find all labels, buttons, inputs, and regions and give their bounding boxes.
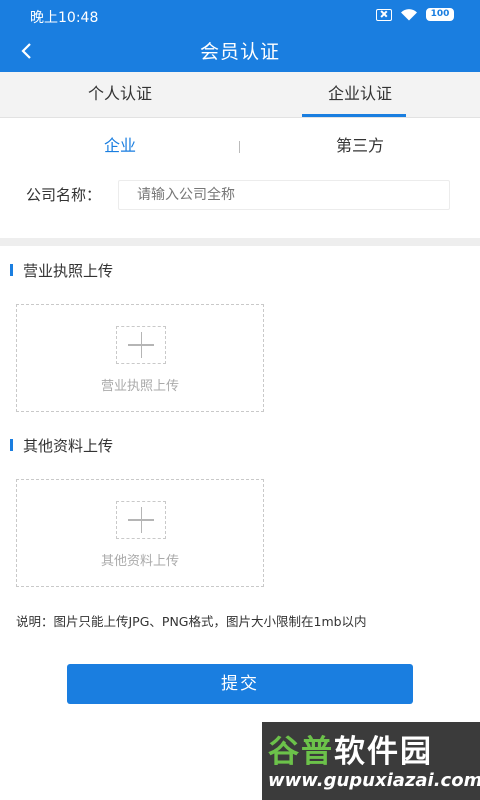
watermark-url: www.gupuxiazai.com xyxy=(268,770,480,791)
plus-icon xyxy=(116,501,166,539)
other-upload-label: 其他资料上传 xyxy=(100,554,179,569)
status-time: 晚上10:48 xyxy=(30,10,99,26)
upload-note: 说明：图片只能上传JPG、PNG格式，图片大小限制在1mb以内 xyxy=(16,614,367,629)
company-name-input[interactable] xyxy=(118,180,450,210)
license-upload-box[interactable]: 营业执照上传 xyxy=(16,304,264,412)
section-divider xyxy=(0,238,480,246)
watermark-brand-part2: 软件园 xyxy=(334,734,433,770)
wifi-icon xyxy=(401,9,417,21)
page-title: 会员认证 xyxy=(199,41,280,63)
other-upload-box[interactable]: 其他资料上传 xyxy=(16,479,264,587)
section-marker xyxy=(10,264,13,276)
watermark-brand: 谷普软件园 xyxy=(268,726,433,771)
section-marker xyxy=(10,439,13,451)
license-section-title: 营业执照上传 xyxy=(10,260,113,280)
license-upload-label: 营业执照上传 xyxy=(100,379,179,394)
subtab-company[interactable]: 企业 xyxy=(0,124,240,168)
nav-bar: 会员认证 xyxy=(0,30,480,72)
license-section-text: 营业执照上传 xyxy=(23,261,114,280)
battery-icon: 100 xyxy=(426,8,454,21)
company-name-label: 公司名称： xyxy=(26,186,102,204)
app-header: 晚上10:48 100 会员认证 xyxy=(0,0,480,72)
status-bar: 晚上10:48 100 xyxy=(0,0,480,30)
tab-enterprise-auth[interactable]: 企业认证 xyxy=(240,72,480,118)
submit-button[interactable]: 提交 xyxy=(67,664,413,704)
sim-off-icon xyxy=(376,8,392,21)
watermark: 谷普软件园 www.gupuxiazai.com xyxy=(262,722,480,800)
auth-type-tabs: 个人认证 企业认证 xyxy=(0,72,480,118)
subtab-third-party[interactable]: 第三方 xyxy=(240,124,480,168)
plus-icon xyxy=(116,326,166,364)
status-icons: 100 xyxy=(376,8,454,21)
watermark-brand-part1: 谷普 xyxy=(268,734,334,770)
other-section-text: 其他资料上传 xyxy=(23,436,114,455)
active-tab-indicator xyxy=(302,114,406,117)
tab-personal-auth[interactable]: 个人认证 xyxy=(0,72,240,118)
other-section-title: 其他资料上传 xyxy=(10,435,113,455)
company-name-row: 公司名称： xyxy=(0,180,480,210)
enterprise-subtabs: 企业 第三方 xyxy=(0,124,480,168)
